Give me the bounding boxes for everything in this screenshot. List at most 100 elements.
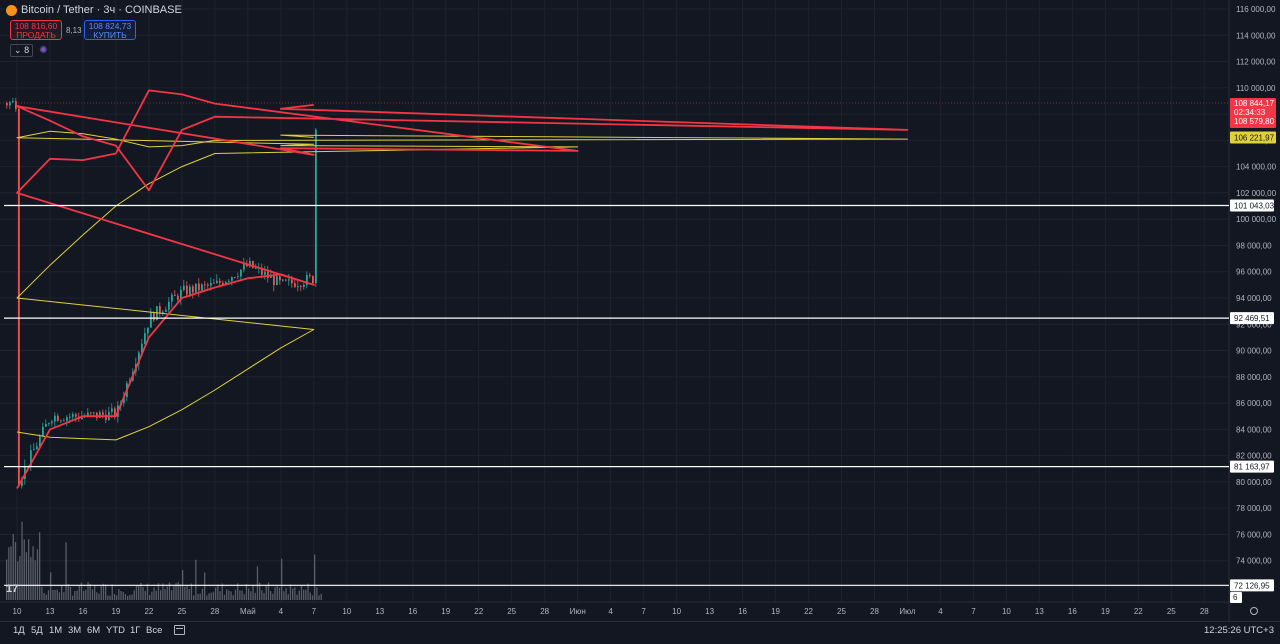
indicators-toggle[interactable]: ⌄ 8 [10,44,34,57]
chevron-down-icon: ⌄ [14,45,22,55]
timeframe-1m[interactable]: 1М [49,625,62,636]
calendar-icon[interactable] [174,625,185,635]
bitcoin-logo-icon [6,4,17,16]
volume-bar [309,592,311,600]
gear-icon[interactable]: ✺ [39,45,47,56]
volume-bar [89,583,91,600]
volume-bar [248,588,250,600]
symbol-header[interactable]: Bitcoin / Tether · 3ч · COINBASE [6,4,182,16]
volume-bar [179,584,182,600]
volume-bar [190,583,193,600]
chart-background [0,0,1280,639]
time-axis-label: 10 [672,607,681,616]
indicator-count: 8 [24,45,30,55]
volume-bar [105,584,107,600]
volume-bar [23,539,25,600]
time-axis-label: 28 [1200,607,1209,616]
volume-bar [129,594,131,600]
timeframe-ytd[interactable]: YTD [106,625,125,636]
time-axis-label: 16 [1068,607,1077,616]
candle-body [159,306,161,313]
time-axis-label: 7 [641,607,646,616]
volume-bar [171,590,173,600]
time-axis-label: 4 [938,607,943,616]
volume-bar [300,585,303,600]
candle-body [201,284,203,291]
volume-bar [250,591,252,600]
timeframe-3m[interactable]: 3М [68,625,81,636]
volume-bar [118,589,120,600]
volume-bar [153,587,155,600]
volume-bar [151,591,153,600]
time-axis-label: 7 [971,607,976,616]
indicators-row: ⌄ 8 ✺ [10,44,47,57]
candle-body [303,284,305,287]
timeframe-6m[interactable]: 6М [87,625,100,636]
volume-bar [210,592,212,600]
buy-button[interactable]: 108 824,73 КУПИТЬ [84,20,136,40]
volume-bar [43,592,45,600]
volume-bar [135,585,138,600]
volume-bar [133,590,135,600]
volume-bar [91,589,94,600]
candle-body [69,416,71,418]
time-axis-label: 22 [474,607,483,616]
volume-bar [303,589,305,600]
level-price-label: 72 126,95 [1234,581,1270,590]
clock[interactable]: 12:25:26 UTC+3 [1204,625,1274,636]
volume-bar [201,588,204,600]
candle-body [93,412,95,414]
tradingview-logo-icon[interactable]: 17 [6,583,18,595]
volume-bar [67,584,69,600]
volume-bar [292,588,294,600]
volume-bar [78,585,80,600]
volume-bar [256,566,259,600]
timeframe-1y[interactable]: 1Г [130,625,140,636]
volume-bar [215,587,217,600]
volume-bar [226,589,228,600]
volume-bar [261,590,263,600]
chart-area[interactable]: 116 000,00 114 000,00 112 000,00 110 000,00… [0,0,1280,639]
candle-body [165,309,167,312]
candle-body [63,420,65,422]
timeframe-1d[interactable]: 1Д [13,625,25,636]
symbol-title[interactable]: Bitcoin / Tether · 3ч · COINBASE [21,4,182,16]
volume-bar [120,591,122,600]
candle-body [276,276,278,285]
volume-bar [52,589,54,600]
volume-bar [96,592,98,600]
time-axis-label: 28 [210,607,219,616]
volume-bar [58,592,61,600]
candle-body [54,415,56,422]
volume-bar [270,591,272,600]
volume-bar [21,521,23,600]
volume-bar [85,589,87,600]
candle-body [168,301,170,310]
candle-body [234,277,236,278]
volume-bar [316,587,318,600]
time-axis-label: 25 [1167,607,1176,616]
volume-bar [34,560,36,600]
candle-body [153,312,155,321]
volume-bar [305,589,307,600]
volume-bar [111,584,113,600]
time-axis-label: 16 [408,607,417,616]
current-price-label: 108 844,17 [1234,99,1275,108]
ma-value-label: 106 221,97 [1234,133,1275,142]
candle-body [183,285,185,290]
price-axis-label: 76 000,00 [1236,530,1272,539]
time-axis-label: 13 [46,607,55,616]
candle-body [195,283,197,293]
price-axis[interactable] [1229,0,1280,621]
candle-body [42,426,44,437]
timeframe-all[interactable]: Все [146,625,162,636]
timeframe-5d[interactable]: 5Д [31,625,43,636]
sell-button[interactable]: 108 816,60 ПРОДАТЬ [10,20,62,40]
candle-body [219,280,221,283]
volume-bar [221,583,223,600]
time-axis-label: 13 [375,607,384,616]
volume-bar [32,546,34,600]
volume-bar [138,585,140,600]
volume-bar [186,585,188,600]
time-axis-label: 7 [312,607,317,616]
